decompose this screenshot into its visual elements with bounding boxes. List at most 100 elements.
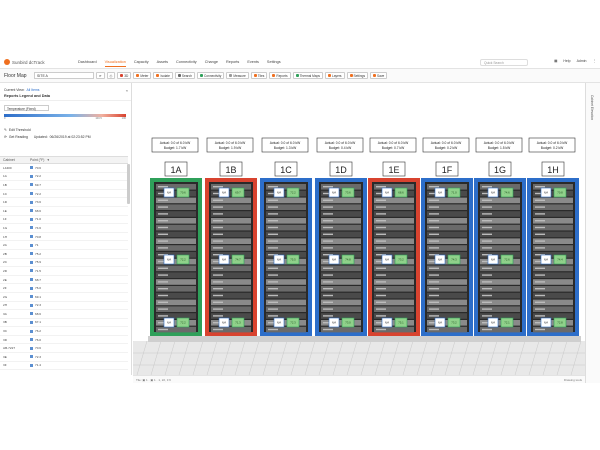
floor-map-canvas[interactable]: N/A 70.6 N/A 72.2 N/A 72.2 1A Actual: 0.0 of 6.… [133, 83, 585, 375]
list-item[interactable]: 2B 75.2 [0, 250, 128, 259]
main-nav: Dashboard Visualization Capacity Assets Conn… [78, 58, 281, 67]
calendar-icon[interactable]: ▦ [554, 59, 557, 63]
right-rail: Cabinet Elevation [585, 83, 600, 383]
list-item[interactable]: 3C 76.2 [0, 327, 128, 336]
server-vent [323, 294, 333, 297]
nav-item-visualization[interactable]: Visualization [104, 58, 126, 67]
collapse-icon[interactable]: « [126, 88, 128, 93]
server-vent [323, 240, 333, 242]
nav-item-dashboard[interactable]: Dashboard [78, 58, 97, 67]
app-logo[interactable]: Sunbird dcTrack [4, 59, 64, 65]
nav-item-capacity[interactable]: Capacity [134, 58, 149, 67]
reports-icon [272, 74, 276, 77]
quick-search-input[interactable]: Quick Search [480, 59, 528, 66]
nav-item-change[interactable]: Change [205, 58, 218, 67]
more-icon[interactable]: ⋮ [593, 59, 597, 63]
gradient-scale: 0 100.5 100 [4, 117, 126, 120]
cabinet-1f[interactable]: N/A 71.0 N/A 74.3 N/A 73.2 1F Actual: 0.0 of 6.… [419, 137, 475, 342]
nav-item-settings[interactable]: Settings [267, 58, 281, 67]
list-item[interactable]: 2F 76.0 [0, 284, 128, 293]
list-item[interactable]: 3A 68.6 [0, 310, 128, 319]
list-item[interactable]: 1A 72.2 [0, 173, 128, 182]
server-vent [482, 199, 492, 201]
layers-button[interactable]: Layers [324, 72, 345, 79]
user-menu[interactable]: Admin [577, 59, 587, 63]
column-cabinet[interactable]: Cabinet [0, 158, 30, 162]
get-reading-button[interactable]: Get Reading [9, 135, 28, 139]
list-item[interactable]: 2A 71 [0, 241, 128, 250]
list-item[interactable]: 3F 71.4 [0, 362, 128, 371]
list-item[interactable]: 1E 68.6 [0, 207, 128, 216]
list-item[interactable]: 2G 69.1 [0, 293, 128, 302]
cabinet-elevation-tab[interactable]: Cabinet Elevation [590, 95, 594, 120]
print-button[interactable]: ⎙ [106, 72, 116, 79]
search-button[interactable]: Search [174, 72, 195, 79]
nav-item-connectivity[interactable]: Connectivity [176, 58, 197, 67]
temperature-value: 74.6 [504, 191, 510, 195]
list-item[interactable]: 2H 72.3 [0, 302, 128, 311]
cabinet-1h[interactable]: N/A 70.8 N/A 74.4 N/A 72.8 1H Actual: 0.0 of 6.… [525, 137, 581, 342]
list-item[interactable]: 1B 69.7 [0, 181, 128, 190]
list-item[interactable]: 2C 75.9 [0, 259, 128, 268]
list-item[interactable]: AB-7227 70.6 [0, 344, 128, 354]
current-view-value[interactable]: All Items [26, 88, 39, 92]
nav-item-reports[interactable]: Reports [226, 58, 239, 67]
list-item[interactable]: 1C 72.2 [0, 190, 128, 199]
settings-button[interactable]: Settings [346, 72, 369, 79]
server-vent [429, 240, 439, 242]
list-item[interactable]: L4400 70.6 [0, 164, 128, 173]
server-vent [268, 226, 278, 229]
temperature-select[interactable]: Temperature (Fixed) [4, 105, 49, 111]
isolate-button[interactable]: Isolate [153, 72, 173, 79]
list-item[interactable]: 1G 74.6 [0, 224, 128, 233]
reports-button[interactable]: Reports [269, 72, 291, 79]
refresh-icon[interactable]: ⟳ [4, 135, 7, 139]
cabinet-1e[interactable]: N/A 68.6 N/A 73.2 N/A 75.1 1E Actual: 0.0 of 6.… [366, 137, 422, 342]
server-vent [268, 315, 278, 317]
filter-icon[interactable]: ▾ [47, 158, 49, 162]
list-scrollbar[interactable] [127, 164, 130, 204]
cabinet-label: 1F [442, 165, 453, 175]
status-right[interactable]: Drawing tools [564, 378, 582, 382]
point-value: 75.9 [35, 260, 42, 265]
list-item[interactable]: 3E 72.3 [0, 353, 128, 362]
cabinet-1a[interactable]: N/A 70.6 N/A 72.2 N/A 72.2 1A Actual: 0.0 of 6.… [148, 137, 204, 342]
point-value: 68.6 [35, 208, 42, 213]
location-select[interactable]: SITE A [34, 72, 94, 79]
server-vent [158, 233, 168, 235]
save-button[interactable]: Save [370, 72, 388, 79]
meter-button[interactable]: Meter [133, 72, 152, 79]
server-vent [158, 301, 168, 303]
list-item[interactable]: 3D 76.0 [0, 336, 128, 345]
measure-button[interactable]: Measure [226, 72, 249, 79]
server-vent [213, 328, 223, 331]
list-item[interactable]: 2E 68.7 [0, 276, 128, 285]
nav-item-events[interactable]: Events [247, 58, 259, 67]
refresh-button[interactable]: ⟳ [96, 72, 105, 79]
list-item[interactable]: 1D 73.6 [0, 198, 128, 207]
edit-threshold-button[interactable]: ✎ Edit Threshold [4, 128, 127, 132]
cabinet-1b[interactable]: N/A 69.7 N/A 74.7 N/A 71.3 1B Actual: 0.0 of 6.… [203, 137, 259, 342]
cabinet-1c[interactable]: N/A 72.2 N/A 75.5 N/A 72.3 1C Actual: 0.0 of 6.… [258, 137, 314, 342]
3d-button[interactable]: 3D [117, 72, 132, 79]
connectivity-button[interactable]: Connectivity [196, 72, 225, 79]
power-actual: Actual: 0.0 of 6.0 kW [378, 141, 409, 145]
column-point[interactable]: Point (°F) [30, 158, 44, 162]
list-item[interactable]: 1H 70.8 [0, 233, 128, 242]
rack-row-view[interactable]: N/A 70.6 N/A 72.2 N/A 72.2 1A Actual: 0.0 of 6.… [133, 83, 585, 375]
nav-item-assets[interactable]: Assets [157, 58, 168, 67]
cabinet-1g[interactable]: N/A 74.6 N/A 72.6 N/A 72.1 1G Actual: 0.0 of 6.… [472, 137, 528, 342]
list-item[interactable]: 3B 67.1 [0, 319, 128, 328]
tiles-button[interactable]: Tiles [250, 72, 268, 79]
server-vent [268, 199, 278, 201]
temperature-value: 72.1 [504, 321, 510, 325]
list-item[interactable]: 1F 71.0 [0, 216, 128, 225]
help-menu[interactable]: Help [563, 59, 570, 63]
server-vent [213, 301, 223, 303]
server-vent [429, 267, 439, 269]
temperature-swatch [30, 243, 33, 247]
page-footer-space [0, 392, 600, 450]
list-item[interactable]: 2D 71.5 [0, 267, 128, 276]
thermal-maps-button[interactable]: Thermal Maps [292, 72, 323, 79]
cabinet-1d[interactable]: N/A 73.6 N/A 74.8 N/A 73.0 1D Actual: 0.0 of 6.… [313, 137, 369, 342]
